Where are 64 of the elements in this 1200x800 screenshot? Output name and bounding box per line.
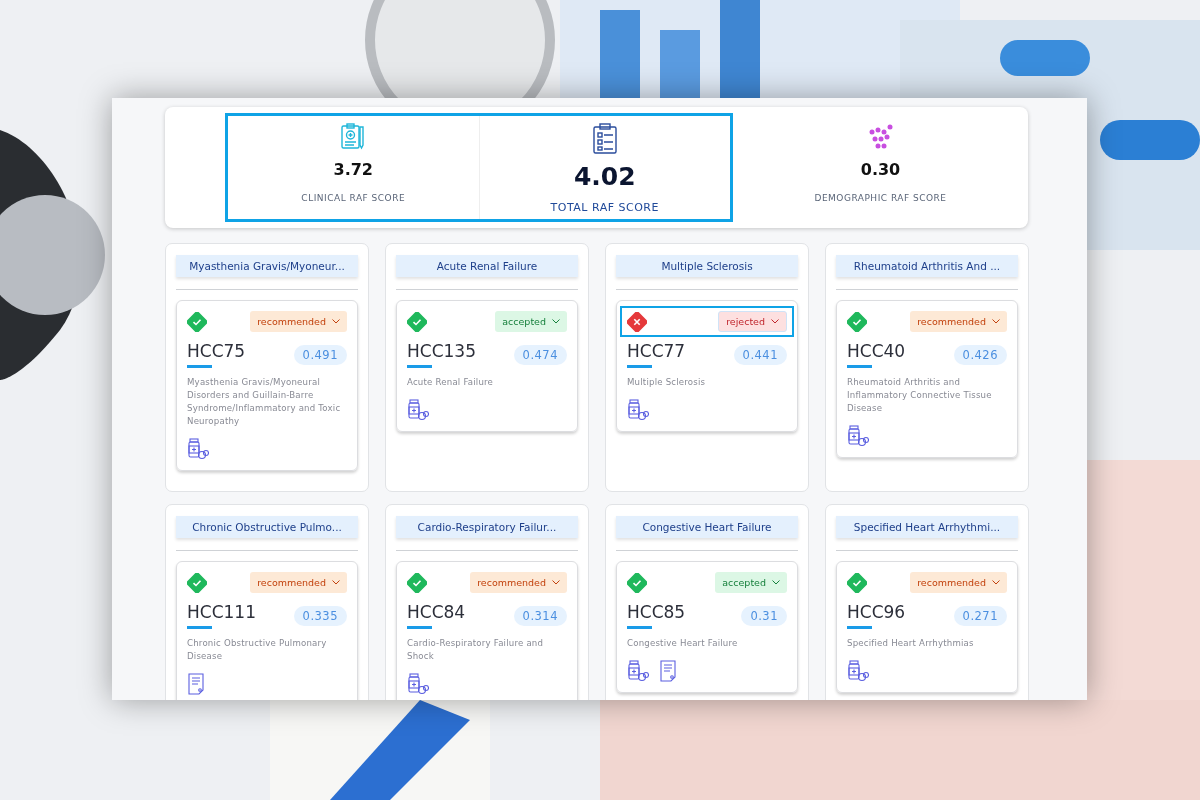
hcc-code: HCC77 bbox=[627, 341, 686, 361]
hcc-description: Cardio-Respiratory Failure and Shock bbox=[407, 637, 545, 663]
category-title: Cardio-Respiratory Failur... bbox=[396, 516, 578, 538]
hcc-code: HCC40 bbox=[847, 341, 906, 361]
hcc-code: HCC135 bbox=[407, 341, 476, 361]
medicine-bottle-icon[interactable] bbox=[847, 660, 869, 682]
medicine-bottle-icon[interactable] bbox=[407, 673, 429, 695]
document-icon[interactable] bbox=[187, 673, 205, 695]
status-dropdown[interactable]: accepted bbox=[495, 311, 567, 332]
category-title: Congestive Heart Failure bbox=[616, 516, 798, 538]
caret-icon bbox=[992, 319, 1000, 324]
medicine-bottle-icon[interactable] bbox=[407, 399, 429, 421]
hcc-description: Rheumatoid Arthritis and Inflammatory Connective Tissue Disease bbox=[847, 376, 993, 415]
hcc-code: HCC84 bbox=[407, 602, 466, 622]
score-pill: 0.31 bbox=[741, 606, 787, 626]
status-dropdown[interactable]: recommended bbox=[250, 572, 347, 593]
score-pill: 0.474 bbox=[513, 345, 567, 365]
medicine-bottle-icon[interactable] bbox=[847, 425, 869, 447]
hcc-description: Congestive Heart Failure bbox=[627, 637, 739, 650]
category-title: Acute Renal Failure bbox=[396, 255, 578, 277]
score-pill: 0.441 bbox=[733, 345, 787, 365]
status-dropdown[interactable]: rejected bbox=[718, 311, 787, 332]
caret-icon bbox=[772, 580, 780, 585]
caret-icon bbox=[992, 580, 1000, 585]
score-label: TOTAL RAF SCORE bbox=[550, 201, 659, 214]
status-dropdown[interactable]: recommended bbox=[910, 311, 1007, 332]
category-title: Specified Heart Arrhythmi... bbox=[836, 516, 1018, 538]
hcc-code: HCC96 bbox=[847, 602, 906, 622]
document-icon[interactable] bbox=[659, 660, 677, 682]
score-label: CLINICAL RAF SCORE bbox=[301, 193, 406, 203]
status-dropdown[interactable]: recommended bbox=[250, 311, 347, 332]
hcc-description: Chronic Obstructive Pulmonary Disease bbox=[187, 637, 328, 663]
caret-icon bbox=[332, 319, 340, 324]
hcc-description: Specified Heart Arrhythmias bbox=[847, 637, 975, 650]
score-pill: 0.335 bbox=[293, 606, 347, 626]
status-dropdown[interactable]: accepted bbox=[715, 572, 787, 593]
hcc-code: HCC75 bbox=[187, 341, 246, 361]
status-dropdown[interactable]: recommended bbox=[910, 572, 1007, 593]
hcc-code: HCC111 bbox=[187, 602, 256, 622]
medicine-bottle-icon[interactable] bbox=[627, 399, 649, 421]
caret-icon bbox=[552, 580, 560, 585]
score-pill: 0.271 bbox=[953, 606, 1007, 626]
score-pill: 0.491 bbox=[293, 345, 347, 365]
checklist-icon bbox=[590, 122, 619, 154]
score-pill: 0.426 bbox=[953, 345, 1007, 365]
medicine-bottle-icon[interactable] bbox=[187, 438, 209, 460]
score-value: 0.30 bbox=[860, 160, 901, 179]
hcc-description: Myasthenia Gravis/Myoneural Disorders and Guillain-Barre Syndrome/Inflammatory and Toxic Neuropathy bbox=[187, 376, 342, 428]
score-value: 4.02 bbox=[573, 162, 636, 191]
category-title: Myasthenia Gravis/Myoneur... bbox=[176, 255, 358, 277]
hcc-code: HCC85 bbox=[627, 602, 686, 622]
caret-icon bbox=[552, 319, 560, 324]
status-dropdown[interactable]: recommended bbox=[470, 572, 567, 593]
hcc-description: Multiple Sclerosis bbox=[627, 376, 707, 389]
hcc-description: Acute Renal Failure bbox=[407, 376, 495, 389]
caret-icon bbox=[332, 580, 340, 585]
score-value: 3.72 bbox=[333, 160, 373, 179]
score-label: DEMOGRAPHIC RAF SCORE bbox=[814, 193, 947, 203]
category-title: Chronic Obstructive Pulmo... bbox=[176, 516, 358, 538]
category-title: Multiple Sclerosis bbox=[616, 255, 798, 277]
category-title: Rheumatoid Arthritis And ... bbox=[836, 255, 1018, 277]
score-pill: 0.314 bbox=[513, 606, 567, 626]
caret-icon bbox=[771, 319, 779, 324]
medicine-bottle-icon[interactable] bbox=[627, 660, 649, 682]
